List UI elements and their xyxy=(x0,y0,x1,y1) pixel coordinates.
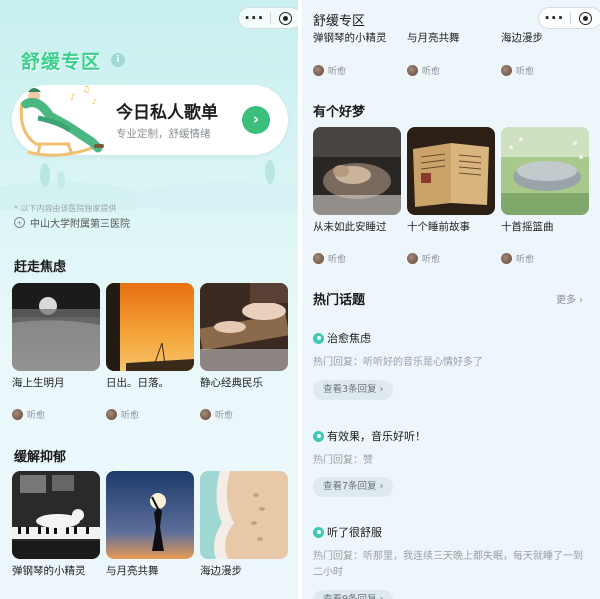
view-replies-button[interactable]: 查看3条回复 › xyxy=(313,380,394,400)
topic-title-text: 有效果，音乐好听！ xyxy=(327,430,426,443)
topic-title[interactable]: 听了很舒服 xyxy=(313,524,382,540)
topic-title[interactable]: 治愈焦虑 xyxy=(313,330,371,346)
avatar xyxy=(501,253,512,264)
info-icon[interactable]: i xyxy=(111,53,125,67)
avatar xyxy=(313,65,324,76)
more-dots-icon[interactable]: ··· xyxy=(539,8,570,28)
avatar xyxy=(407,253,418,264)
hospital-icon: + xyxy=(14,217,25,228)
avatar xyxy=(501,65,512,76)
playlist-meta: 听愈 xyxy=(407,252,440,265)
playlist-thumb-cradle[interactable] xyxy=(501,127,589,215)
topic-title-text: 听了很舒服 xyxy=(327,526,382,539)
playlist-meta: 听愈 xyxy=(313,252,346,265)
avatar xyxy=(200,409,211,420)
hospital-label: + 中山大学附属第三医院 xyxy=(14,215,130,230)
topic-hot-reply: 热门回复：听那里，我连续三天晚上都失眠，每天就睡了一到二小时 xyxy=(313,551,583,578)
playlist-title: 弹钢琴的小精灵 xyxy=(313,32,387,44)
playlist-tag: 听愈 xyxy=(516,67,535,77)
playlist-tag: 听愈 xyxy=(422,255,441,265)
playlist-tag: 听愈 xyxy=(121,411,140,421)
playlist-meta: 听愈 xyxy=(200,408,233,421)
rocking-chair-illustration-icon: ♪ ♫ ♪ xyxy=(19,85,104,157)
playlist-title: 日出。日落。 xyxy=(106,377,169,389)
playlist-tag: 听愈 xyxy=(328,255,347,265)
playlist-thumb-old-book[interactable] xyxy=(407,127,495,215)
playlist-tag: 听愈 xyxy=(215,411,234,421)
avatar xyxy=(313,253,324,264)
topic-icon xyxy=(313,332,324,344)
hospital-name: 中山大学附属第三医院 xyxy=(30,219,130,230)
header-title: 舒缓专区 xyxy=(313,14,366,29)
playlist-thumb-piano-cat[interactable] xyxy=(12,471,100,559)
close-target-icon[interactable] xyxy=(271,11,299,25)
topic-hot-reply: 热门回复：赞 xyxy=(313,455,373,466)
playlist-meta: 听愈 xyxy=(407,64,440,77)
playlist-title: 海上生明月 xyxy=(12,377,65,389)
left-screen: ··· 舒缓专区 i ♪ ♫ ♪ 今日私人歌单 专业定制，舒缓情绪 › * 以下… xyxy=(0,0,298,599)
section-title-depression: 缓解抑郁 xyxy=(14,450,67,465)
daily-playlist-subtitle: 专业定制，舒缓情绪 xyxy=(116,128,211,140)
playlist-title: 十首摇篮曲 xyxy=(501,221,554,233)
section-title-anxiety: 赶走焦虑 xyxy=(14,260,67,275)
daily-playlist-arrow-icon[interactable]: › xyxy=(242,106,270,134)
section-title-hot-topics: 热门话题 xyxy=(313,293,366,308)
playlist-tag: 听愈 xyxy=(328,67,347,77)
playlist-tag: 听愈 xyxy=(422,67,441,77)
playlist-title: 弹钢琴的小精灵 xyxy=(12,565,86,577)
view-replies-button[interactable]: 查看7条回复 › xyxy=(313,477,394,497)
topic-icon xyxy=(313,526,324,538)
playlist-tag: 听愈 xyxy=(516,255,535,265)
playlist-meta: 听愈 xyxy=(12,408,45,421)
topic-hot-reply: 热门回复：听听好的音乐是心情好多了 xyxy=(313,357,483,368)
playlist-thumb-moon-dance[interactable] xyxy=(106,471,194,559)
avatar xyxy=(407,65,418,76)
playlist-title: 与月亮共舞 xyxy=(106,565,159,577)
playlist-tag: 听愈 xyxy=(27,411,46,421)
topic-title-text: 治愈焦虑 xyxy=(327,332,371,345)
playlist-thumb-sunset[interactable] xyxy=(106,283,194,371)
playlist-thumb-moon-sea[interactable] xyxy=(12,283,100,371)
view-replies-button[interactable]: 查看9条回复 › xyxy=(313,590,394,599)
topic-title[interactable]: 有效果，音乐好听！ xyxy=(313,428,426,444)
playlist-title: 海边漫步 xyxy=(501,32,543,44)
mini-program-capsule: ··· xyxy=(538,7,600,29)
playlist-title: 海边漫步 xyxy=(200,565,242,577)
playlist-meta: 听愈 xyxy=(501,64,534,77)
more-link[interactable]: 更多 › xyxy=(556,291,583,306)
playlist-thumb-guzheng[interactable] xyxy=(200,283,288,371)
playlist-title: 从未如此安睡过 xyxy=(313,221,387,233)
playlist-title: 十个睡前故事 xyxy=(407,221,470,233)
close-target-icon[interactable] xyxy=(571,11,600,25)
avatar xyxy=(106,409,117,420)
svg-text:♪: ♪ xyxy=(92,98,96,106)
playlist-meta: 听愈 xyxy=(313,64,346,77)
playlist-title: 与月亮共舞 xyxy=(407,32,460,44)
svg-text:♪: ♪ xyxy=(70,93,76,103)
playlist-thumb-beach[interactable] xyxy=(200,471,288,559)
playlist-thumb-sleeping-dog[interactable] xyxy=(313,127,401,215)
svg-text:♫: ♫ xyxy=(82,85,90,95)
brand-title: 舒缓专区 xyxy=(21,51,102,73)
topic-icon xyxy=(313,430,324,442)
avatar xyxy=(12,409,23,420)
playlist-meta: 听愈 xyxy=(106,408,139,421)
playlist-meta: 听愈 xyxy=(501,252,534,265)
daily-playlist-title: 今日私人歌单 xyxy=(116,103,218,123)
mini-program-capsule: ··· xyxy=(238,7,298,29)
more-dots-icon[interactable]: ··· xyxy=(239,8,270,28)
playlist-title: 静心经典民乐 xyxy=(200,377,263,389)
section-title-dream: 有个好梦 xyxy=(313,105,366,120)
content-provider-note: * 以下内容由该医院独家提供 xyxy=(14,204,117,213)
